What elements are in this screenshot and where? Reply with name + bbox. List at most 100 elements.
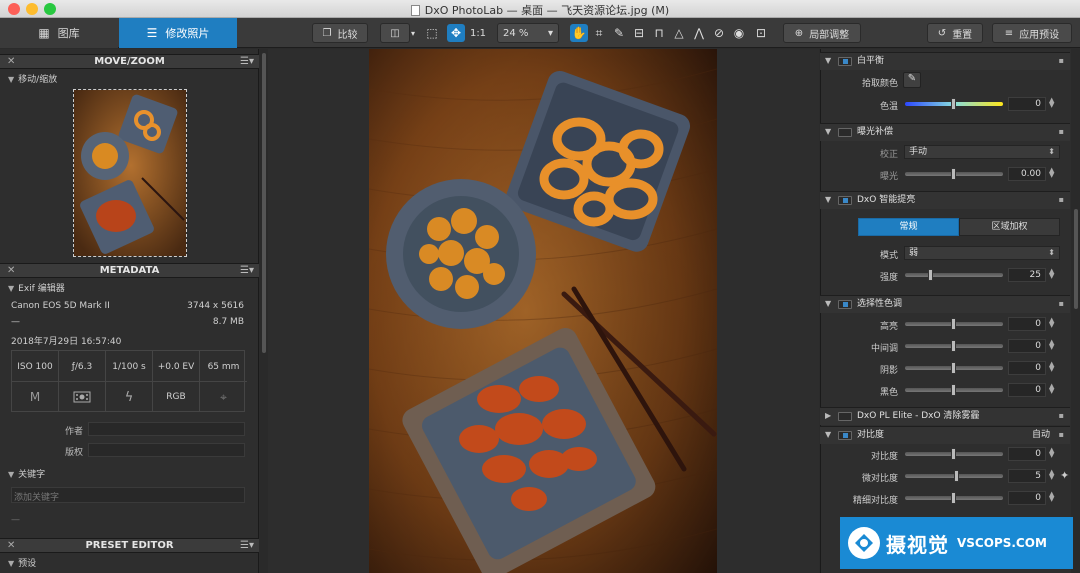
auto-magic-wand-icon[interactable]: ✦ [1060, 469, 1069, 482]
apply-preset-button[interactable]: ≡ 应用预设 [992, 23, 1072, 43]
slider-knob[interactable] [951, 384, 956, 396]
palette-menu-icon[interactable]: ☰▾ [240, 264, 254, 277]
midtones-slider[interactable] [905, 340, 1003, 352]
stepper-icon[interactable]: ▲ ▼ [1049, 447, 1054, 459]
scrollbar-thumb[interactable] [1074, 209, 1078, 309]
eyedropper-icon[interactable]: ✎ [903, 72, 921, 88]
exposure-toggle[interactable] [838, 128, 852, 137]
highlights-slider[interactable] [905, 318, 1003, 330]
reset-button[interactable]: ↺ 重置 [927, 23, 983, 43]
contrast-slider[interactable] [905, 448, 1003, 460]
scrollbar-thumb[interactable] [262, 53, 266, 353]
mask-icon[interactable]: ⊡ [752, 24, 770, 42]
white-balance-picker-icon[interactable]: ✎ [610, 24, 628, 42]
fine-contrast-value[interactable]: 0 [1008, 491, 1046, 505]
exposure-slider[interactable] [905, 168, 1003, 180]
move-zoom-header[interactable]: ✕ MOVE/ZOOM ☰▾ [0, 54, 259, 69]
author-field[interactable] [88, 422, 245, 436]
horizontal-perspective-icon[interactable]: ⋀ [690, 24, 708, 42]
white-balance-section[interactable]: ▼ 白平衡 ▪ [820, 52, 1070, 70]
temperature-slider[interactable] [905, 98, 1003, 110]
hand-tool-icon[interactable]: ✋ [570, 24, 588, 42]
stepper-icon[interactable]: ▲ ▼ [1049, 361, 1054, 373]
palette-menu-icon[interactable]: ☰▾ [240, 539, 254, 552]
split-view-dropdown-icon[interactable]: ▾ [404, 24, 422, 42]
white-balance-toggle[interactable] [838, 57, 852, 66]
tab-library[interactable]: ▦ 图库 [0, 18, 118, 48]
move-zoom-icon[interactable]: ✥ [447, 24, 465, 42]
preset-subsection[interactable]: ▼ 预设 [8, 556, 36, 569]
local-adjustments-button[interactable]: ⊕ 局部调整 [783, 23, 861, 43]
horizon-icon[interactable]: ⊟ [630, 24, 648, 42]
blacks-slider[interactable] [905, 384, 1003, 396]
highlights-value[interactable]: 0 [1008, 317, 1046, 331]
temperature-value[interactable]: 0 [1008, 97, 1046, 111]
zoom-100-button[interactable]: 1:1 [467, 24, 489, 42]
spot-weighted-mode-tab[interactable]: 区域加权 [959, 218, 1060, 236]
contrast-value[interactable]: 0 [1008, 447, 1046, 461]
left-scrollbar[interactable] [260, 49, 268, 573]
slider-knob[interactable] [951, 340, 956, 352]
shadows-value[interactable]: 0 [1008, 361, 1046, 375]
exposure-value[interactable]: 0.00 [1008, 167, 1046, 181]
slider-knob[interactable] [951, 168, 956, 180]
stepper-icon[interactable]: ▲ ▼ [1049, 167, 1054, 179]
smart-lighting-mode-select[interactable]: 弱 ⬍ [904, 246, 1060, 260]
exposure-section[interactable]: ▼ 曝光补偿 ▪ [820, 123, 1070, 141]
slider-knob[interactable] [951, 362, 956, 374]
tab-customize[interactable]: ☰ 修改照片 [119, 18, 237, 48]
selective-tone-toggle[interactable] [838, 300, 852, 309]
preset-editor-header[interactable]: ✕ PRESET EDITOR ☰▾ [0, 538, 259, 553]
metadata-header[interactable]: ✕ METADATA ☰▾ [0, 263, 259, 278]
clearview-toggle[interactable] [838, 412, 852, 421]
microcontrast-slider[interactable] [905, 470, 1003, 482]
move-zoom-subsection[interactable]: ▼ 移动/缩放 [8, 72, 57, 85]
smart-lighting-section[interactable]: ▼ DxO 智能提亮 ▪ [820, 191, 1070, 209]
shadows-slider[interactable] [905, 362, 1003, 374]
contrast-toggle[interactable] [838, 431, 852, 440]
contrast-auto-label[interactable]: 自动 [1032, 427, 1050, 443]
stepper-icon[interactable]: ▲ ▼ [1049, 383, 1054, 395]
slider-knob[interactable] [951, 98, 956, 110]
vertical-perspective-icon[interactable]: △ [670, 24, 688, 42]
stepper-icon[interactable]: ▲ ▼ [1049, 317, 1054, 329]
section-menu-icon[interactable]: ▪ [1059, 124, 1064, 140]
section-menu-icon[interactable]: ▪ [1059, 192, 1064, 208]
palette-menu-icon[interactable]: ☰▾ [240, 55, 254, 68]
slider-knob[interactable] [954, 470, 959, 482]
stepper-icon[interactable]: ▲ ▼ [1049, 339, 1054, 351]
slider-knob[interactable] [951, 318, 956, 330]
smart-lighting-toggle[interactable] [838, 196, 852, 205]
compare-button[interactable]: ❐ 比较 [312, 23, 368, 43]
midtones-value[interactable]: 0 [1008, 339, 1046, 353]
section-menu-icon[interactable]: ▪ [1059, 427, 1064, 443]
slider-knob[interactable] [951, 448, 956, 460]
stepper-icon[interactable]: ▲ ▼ [1049, 97, 1054, 109]
stepper-icon[interactable]: ▲ ▼ [1049, 469, 1054, 481]
section-menu-icon[interactable]: ▪ [1059, 296, 1064, 312]
right-scrollbar[interactable] [1071, 49, 1080, 573]
image-viewer[interactable]: ◀ [268, 49, 819, 573]
copyright-field[interactable] [88, 443, 245, 457]
zoom-level-select[interactable]: 24 % ▾ [497, 23, 559, 43]
close-icon[interactable]: ✕ [7, 539, 15, 552]
slider-knob[interactable] [951, 492, 956, 504]
stepper-icon[interactable]: ▲ ▼ [1049, 491, 1054, 503]
red-eye-icon[interactable]: ◉ [730, 24, 748, 42]
blacks-value[interactable]: 0 [1008, 383, 1046, 397]
stepper-icon[interactable]: ▲ ▼ [1049, 268, 1054, 280]
navigator-thumbnail[interactable] [73, 89, 187, 257]
section-menu-icon[interactable]: ▪ [1059, 53, 1064, 69]
strength-slider[interactable] [905, 269, 1003, 281]
fine-contrast-slider[interactable] [905, 492, 1003, 504]
section-menu-icon[interactable]: ▪ [1059, 408, 1064, 424]
main-photo[interactable] [369, 49, 717, 573]
exif-editor-subsection[interactable]: ▼ Exif 编辑器 [8, 281, 65, 294]
strength-value[interactable]: 25 [1008, 268, 1046, 282]
microcontrast-value[interactable]: 5 [1008, 469, 1046, 483]
close-icon[interactable]: ✕ [7, 264, 15, 277]
contrast-section[interactable]: ▼ 对比度 自动 ▪ [820, 426, 1070, 444]
perspective-icon[interactable]: ⊓ [650, 24, 668, 42]
uniform-mode-tab[interactable]: 常规 [858, 218, 959, 236]
repair-icon[interactable]: ⊘ [710, 24, 728, 42]
